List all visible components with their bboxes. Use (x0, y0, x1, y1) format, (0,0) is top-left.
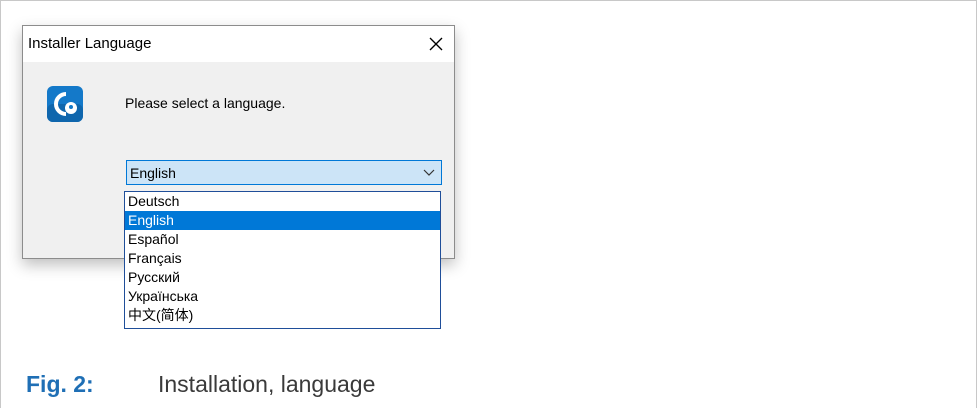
dialog-title: Installer Language (28, 35, 152, 52)
figure-label: Fig. 2: (26, 371, 94, 397)
language-option-english[interactable]: English (125, 211, 440, 230)
select-language-prompt: Please select a language. (125, 95, 286, 111)
language-option-deutsch[interactable]: Deutsch (125, 192, 440, 211)
close-icon (429, 37, 443, 51)
chevron-down-icon (423, 169, 435, 176)
language-dropdown[interactable]: English (126, 160, 442, 185)
figure-caption-text: Installation, language (158, 371, 376, 397)
title-bar: Installer Language (23, 26, 454, 62)
language-option-francais[interactable]: Français (125, 249, 440, 268)
close-button[interactable] (418, 26, 454, 62)
language-option-espanol[interactable]: Español (125, 230, 440, 249)
language-options-list[interactable]: Deutsch English Español Français Русский… (124, 191, 441, 329)
language-option-chinese-simplified[interactable]: 中文(简体) (125, 306, 440, 325)
figure-caption: Fig. 2: Installation, language (26, 371, 375, 398)
app-logo-icon (47, 86, 83, 122)
language-option-russian[interactable]: Русский (125, 268, 440, 287)
language-dropdown-value: English (130, 165, 176, 181)
language-option-ukrainian[interactable]: Українська (125, 287, 440, 306)
